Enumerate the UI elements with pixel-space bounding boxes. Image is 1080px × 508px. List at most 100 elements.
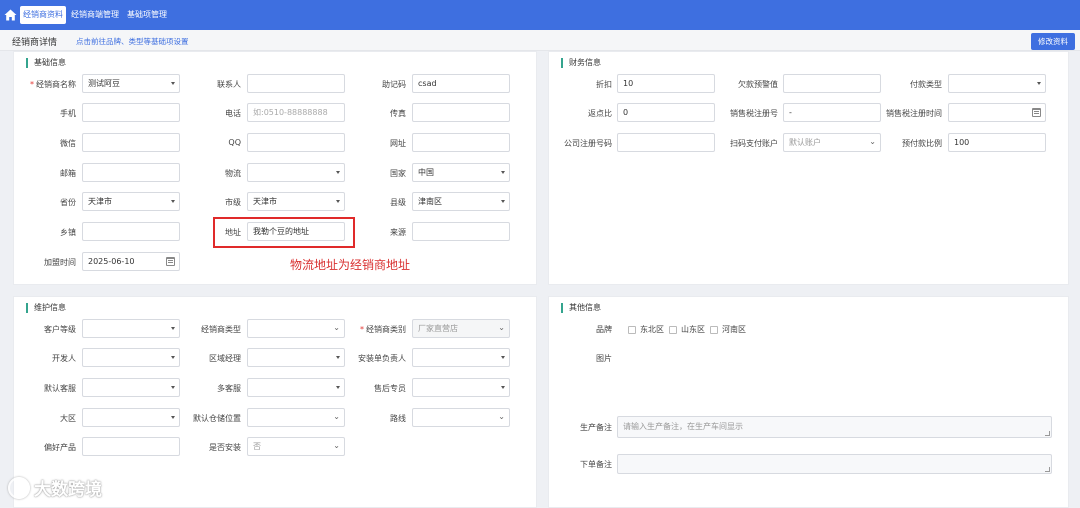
phone-input[interactable]: 如:0510-88888888 [247,103,345,122]
mnemonic-input[interactable]: csad [412,74,510,93]
city-label: 市级 [225,198,241,207]
dealer-name-label: * 经销商名称 [30,80,76,89]
payment-type-label: 付款类型 [910,80,942,89]
website-input[interactable] [412,133,510,152]
basic-info-title: 基础信息 [26,58,66,68]
resize-handle-icon[interactable] [1045,431,1050,436]
contact-label: 联系人 [217,80,241,89]
fax-label: 传真 [390,109,406,118]
county-label: 县级 [390,198,406,207]
page-title: 经销商详情 [12,38,58,48]
other-info-title: 其他信息 [561,303,601,313]
base-settings-link[interactable]: 点击前往品牌、类型等基础项设置 [76,36,189,47]
watermark-logo-icon [8,476,30,499]
brand-label: 品牌 [596,325,612,334]
email-input[interactable] [82,163,180,182]
chevron-down-icon: ⌄ [333,323,340,332]
regional-manager-select[interactable] [247,348,345,367]
tab-dealer-portal[interactable]: 经销商端管理 [68,6,122,24]
finance-info-title: 财务信息 [561,58,601,68]
scan-account-select[interactable]: 默认账户 ⌄ [783,133,881,152]
image-label: 图片 [596,354,612,363]
edit-profile-button[interactable]: 修改资料 [1031,33,1075,50]
dealer-name-select[interactable]: 测试阿豆 [82,74,180,93]
contact-input[interactable] [247,74,345,93]
fax-input[interactable] [412,103,510,122]
dealer-category-label: * 经销商类别 [360,325,406,334]
source-label: 来源 [390,228,406,237]
town-input[interactable] [82,222,180,241]
county-select[interactable]: 津南区 [412,192,510,211]
developer-select[interactable] [82,348,180,367]
multi-service-select[interactable] [247,378,345,397]
payment-type-select[interactable] [948,74,1046,93]
dealer-type-select[interactable]: ⌄ [247,319,345,338]
brand-checkbox-henan[interactable]: 河南区 [710,324,746,335]
address-input[interactable]: 我勒个豆的地址 [247,222,345,241]
region-label: 大区 [60,414,76,423]
watermark-text: 大数跨境 [34,480,102,500]
dealer-category-select[interactable]: 厂家直营店 ⌄ [412,319,510,338]
qq-label: QQ [228,138,241,147]
prepay-ratio-label: 预付款比例 [902,139,942,148]
arrears-warning-input[interactable] [783,74,881,93]
watermark: 大数跨境 [8,475,102,500]
home-icon [4,9,16,21]
after-sales-select[interactable] [412,378,510,397]
wechat-input[interactable] [82,133,180,152]
company-reg-input[interactable] [617,133,715,152]
chevron-down-icon: ⌄ [498,323,505,332]
tax-no-input[interactable]: - [783,103,881,122]
install-select[interactable]: 否 ⌄ [247,437,345,456]
customer-level-label: 客户等级 [44,325,76,334]
province-select[interactable]: 天津市 [82,192,180,211]
logistics-select[interactable] [247,163,345,182]
source-input[interactable] [412,222,510,241]
developer-label: 开发人 [52,354,76,363]
tab-dealer-info[interactable]: 经销商资料 [20,6,66,24]
tax-time-datepicker[interactable] [948,103,1046,122]
tab-base-items[interactable]: 基础项管理 [124,6,170,24]
checkbox-icon [669,325,677,334]
calendar-icon [1032,108,1041,117]
arrears-warning-label: 欠款预警值 [738,80,778,89]
tax-time-label: 销售税注册时间 [886,109,942,118]
country-label: 国家 [390,169,406,178]
address-label: 地址 [225,228,241,237]
default-service-select[interactable] [82,378,180,397]
brand-checkbox-shandong[interactable]: 山东区 [669,324,705,335]
order-note-textarea[interactable] [617,454,1052,474]
route-select[interactable]: ⌄ [412,408,510,427]
phone-label: 电话 [225,109,241,118]
warehouse-select[interactable]: ⌄ [247,408,345,427]
prepay-ratio-input[interactable]: 100 [948,133,1046,152]
discount-label: 折扣 [596,80,612,89]
discount-input[interactable]: 10 [617,74,715,93]
join-time-datepicker[interactable]: 2025-06-10 [82,252,180,271]
home-button[interactable] [0,0,20,30]
top-nav-bar: 经销商资料 经销商端管理 基础项管理 [0,0,1080,30]
city-select[interactable]: 天津市 [247,192,345,211]
chevron-down-icon: ⌄ [869,137,876,146]
preferred-product-label: 偏好产品 [44,443,76,452]
qq-input[interactable] [247,133,345,152]
region-select[interactable] [82,408,180,427]
route-label: 路线 [390,414,406,423]
order-note-label: 下单备注 [580,460,612,469]
company-reg-label: 公司注册号码 [564,139,612,148]
regional-manager-label: 区域经理 [209,354,241,363]
annotation-text: 物流地址为经销商地址 [290,258,411,272]
installer-select[interactable] [412,348,510,367]
preferred-product-input[interactable] [82,437,180,456]
customer-level-select[interactable] [82,319,180,338]
resize-handle-icon[interactable] [1045,467,1050,472]
rebate-ratio-input[interactable]: 0 [617,103,715,122]
country-select[interactable]: 中国 [412,163,510,182]
sub-header: 经销商详情 点击前往品牌、类型等基础项设置 修改资料 [0,30,1080,51]
mobile-input[interactable] [82,103,180,122]
dealer-type-label: 经销商类型 [201,325,241,334]
scan-account-label: 扫码支付账户 [730,139,778,148]
production-note-textarea[interactable]: 请输入生产备注，在生产车间显示 [617,416,1052,438]
default-service-label: 默认客服 [44,384,76,393]
brand-checkbox-northeast[interactable]: 东北区 [628,324,664,335]
